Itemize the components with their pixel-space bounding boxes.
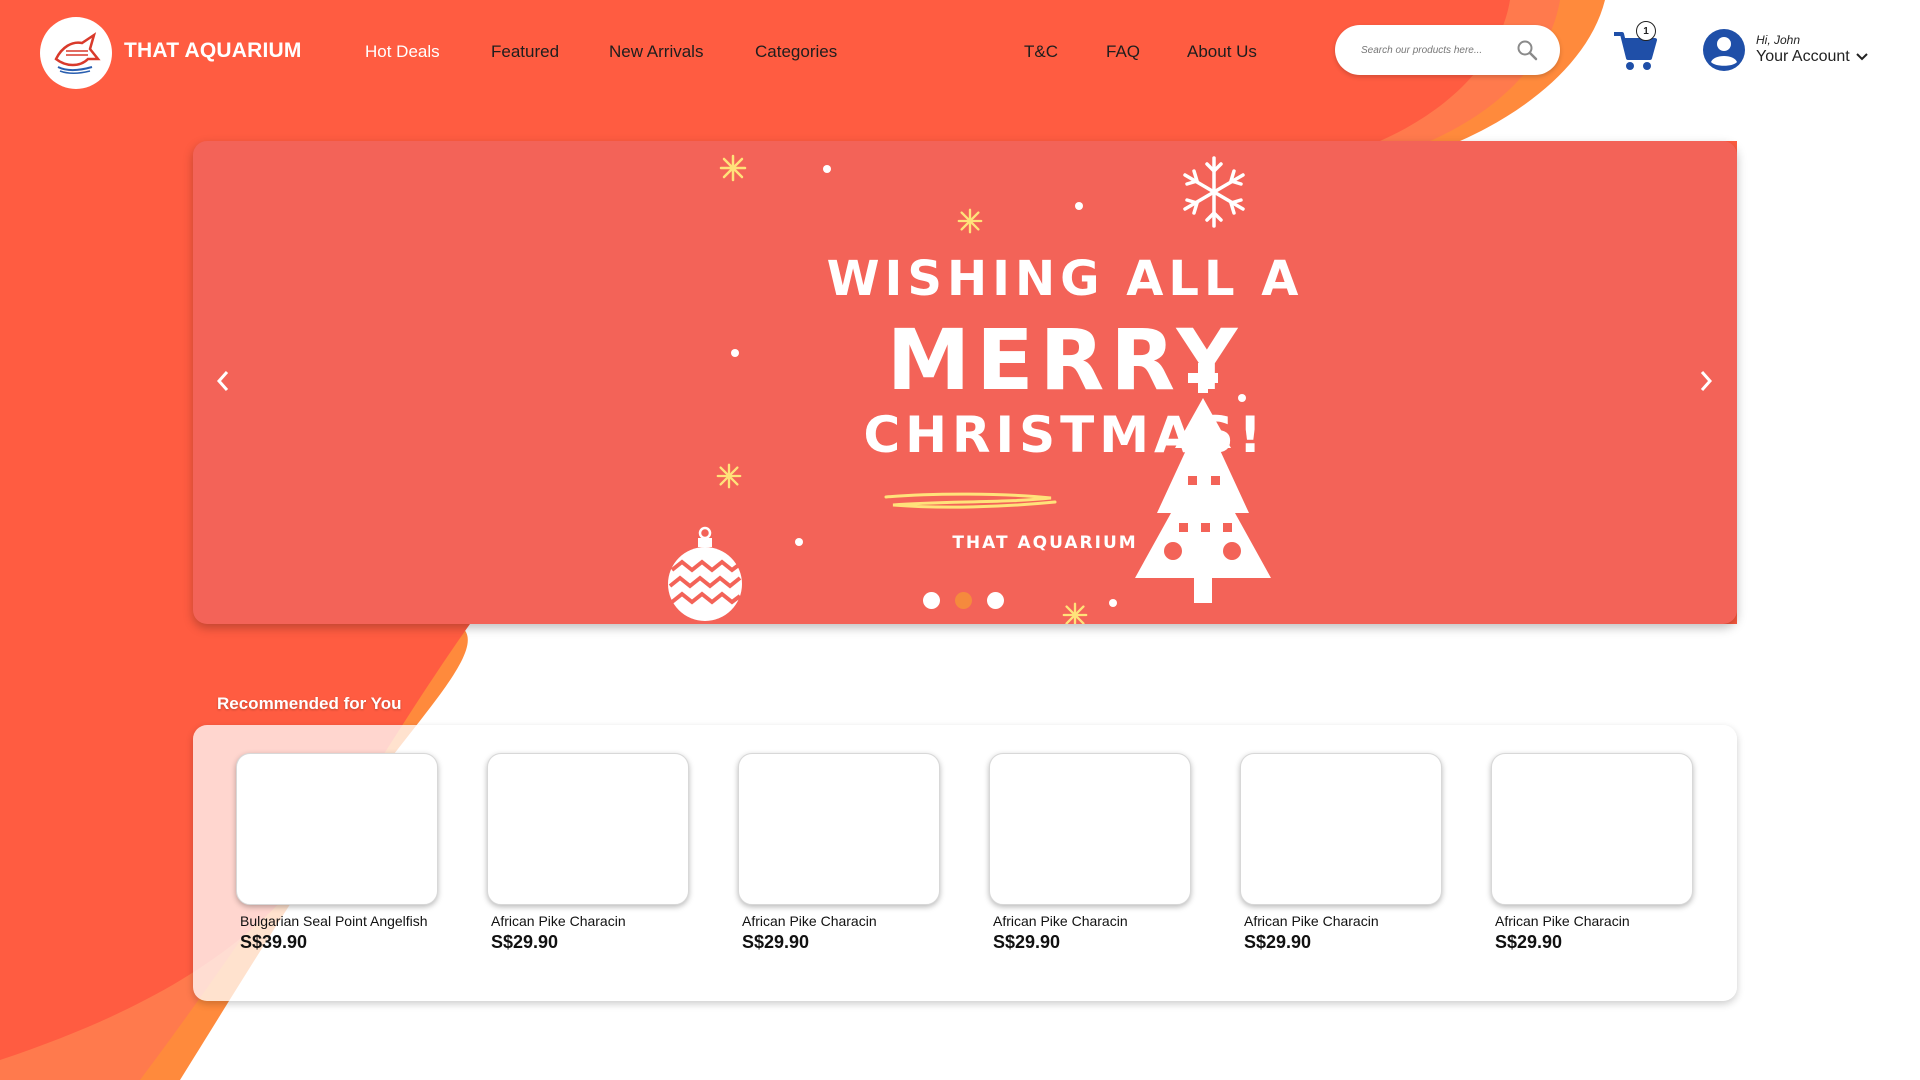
product-name[interactable]: African Pike Characin: [1244, 913, 1440, 930]
nav-tc[interactable]: T&C: [1024, 42, 1058, 62]
brand-logo[interactable]: [40, 17, 112, 89]
product-name[interactable]: African Pike Characin: [491, 913, 687, 930]
nav-featured[interactable]: Featured: [491, 42, 559, 62]
search-bar: [1335, 25, 1560, 75]
banner-headline-line1: WISHING ALL A: [826, 251, 1304, 307]
account-greeting: Hi, John: [1756, 33, 1801, 47]
cart-count-badge: 1: [1636, 21, 1656, 41]
account-label: Your Account: [1756, 48, 1850, 65]
banner-brand: THAT AQUARIUM: [952, 533, 1138, 553]
nav-faq[interactable]: FAQ: [1106, 42, 1140, 62]
product-name[interactable]: African Pike Characin: [742, 913, 938, 930]
product-card[interactable]: African Pike Characin S$29.90: [989, 753, 1191, 953]
carousel-dot-3[interactable]: [987, 592, 1004, 609]
carousel-dot-2[interactable]: [955, 592, 972, 609]
nav-categories[interactable]: Categories: [755, 42, 837, 62]
recommended-title: Recommended for You: [217, 694, 402, 713]
nav-hot-deals[interactable]: Hot Deals: [365, 42, 440, 62]
carousel-next-button[interactable]: [1691, 366, 1721, 396]
product-price: S$29.90: [742, 932, 810, 952]
product-card[interactable]: African Pike Characin S$29.90: [738, 753, 940, 953]
carousel-dot-1[interactable]: [923, 592, 940, 609]
product-name[interactable]: Bulgarian Seal Point Angelfish: [240, 913, 436, 930]
nav-new-arrivals[interactable]: New Arrivals: [609, 42, 703, 62]
product-name[interactable]: African Pike Characin: [1495, 913, 1691, 930]
chevron-down-icon: [1855, 53, 1868, 61]
product-image[interactable]: [487, 753, 689, 905]
underline-squiggle: [884, 492, 1057, 509]
product-card[interactable]: African Pike Characin S$29.90: [1240, 753, 1442, 953]
search-input[interactable]: [1359, 43, 1513, 57]
angelfish-logo-icon: [54, 32, 101, 74]
user-circle-icon: [1703, 29, 1745, 71]
product-price: S$29.90: [1244, 932, 1312, 952]
carousel-prev-button[interactable]: [208, 366, 238, 396]
page: THAT AQUARIUM Hot Deals Featured New Arr…: [0, 0, 1920, 1080]
search-icon[interactable]: [1516, 39, 1538, 61]
chevron-right-icon: [1700, 371, 1713, 391]
product-name[interactable]: African Pike Characin: [993, 913, 1189, 930]
product-card[interactable]: Bulgarian Seal Point Angelfish S$39.90: [236, 753, 438, 953]
product-image[interactable]: [236, 753, 438, 905]
banner-headline-line2: MERRY: [886, 311, 1244, 409]
product-price: S$29.90: [993, 932, 1061, 952]
product-price: S$39.90: [240, 932, 308, 952]
product-image[interactable]: [1491, 753, 1693, 905]
chevron-left-icon: [216, 371, 229, 391]
banner-headline-line3: CHRISTMAS!: [863, 406, 1267, 464]
hero-banner: WISHING ALL A MERRY CHRISTMAS! THAT AQUA…: [193, 141, 1737, 624]
product-card[interactable]: African Pike Characin S$29.90: [1491, 753, 1693, 953]
product-image[interactable]: [989, 753, 1191, 905]
product-price: S$29.90: [491, 932, 559, 952]
product-card[interactable]: African Pike Characin S$29.90: [487, 753, 689, 953]
carousel-dots: [923, 592, 1004, 609]
product-image[interactable]: [738, 753, 940, 905]
product-price: S$29.90: [1495, 932, 1563, 952]
brand-name[interactable]: THAT AQUARIUM: [124, 39, 302, 63]
nav-about-us[interactable]: About Us: [1187, 42, 1257, 62]
product-image[interactable]: [1240, 753, 1442, 905]
account-menu[interactable]: Hi, John Your Account: [1702, 28, 1868, 72]
recommended-panel: Bulgarian Seal Point Angelfish S$39.90 A…: [193, 725, 1737, 1001]
